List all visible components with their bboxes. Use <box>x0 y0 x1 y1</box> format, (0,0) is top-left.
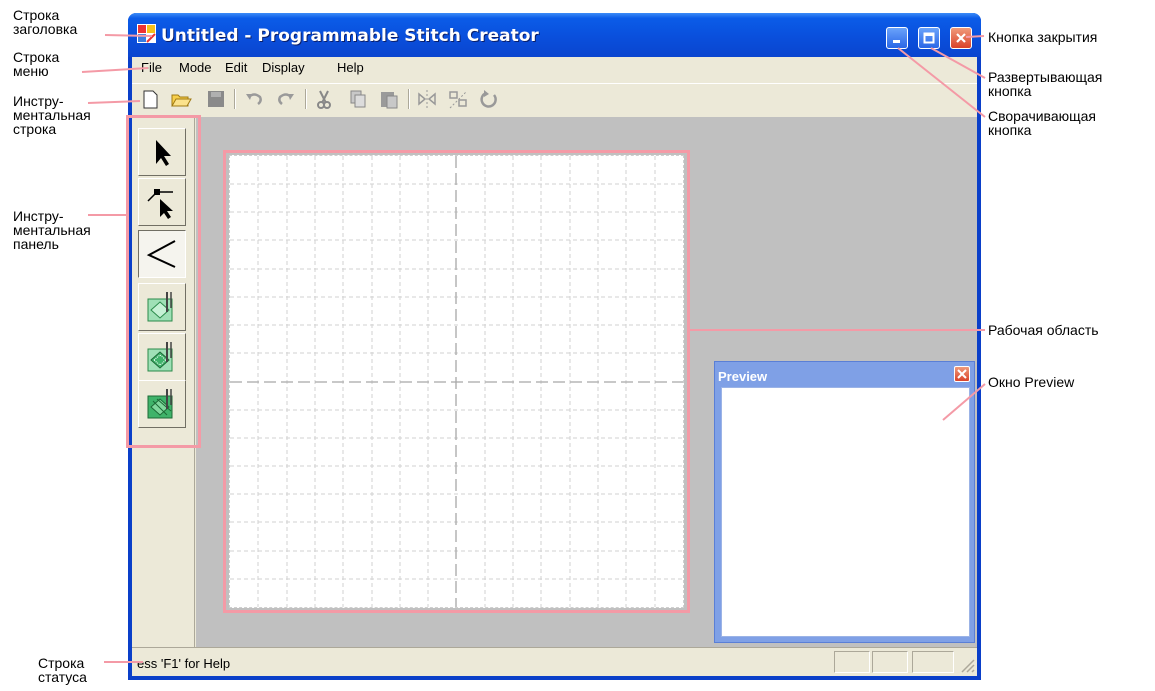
callout-work-area: Рабочая область <box>988 322 1099 338</box>
callout-maximize-button: Развертывающая кнопка <box>988 69 1103 99</box>
callout-close-button: Кнопка закрытия <box>988 29 1098 45</box>
callout-status-bar: Строка статуса <box>38 655 87 685</box>
callout-minimize-button: Сворачивающая кнопка <box>988 108 1097 138</box>
callout-toolbar: Инстру-ментальная строка <box>13 93 91 137</box>
callout-lines <box>81 34 986 663</box>
callout-title-bar: Строка заголовка <box>13 7 78 37</box>
callout-tool-panel: Инстру-ментальная панель <box>13 208 91 252</box>
callout-preview-window: Окно Preview <box>988 374 1075 390</box>
callout-menu-bar: Строка меню <box>13 49 60 79</box>
